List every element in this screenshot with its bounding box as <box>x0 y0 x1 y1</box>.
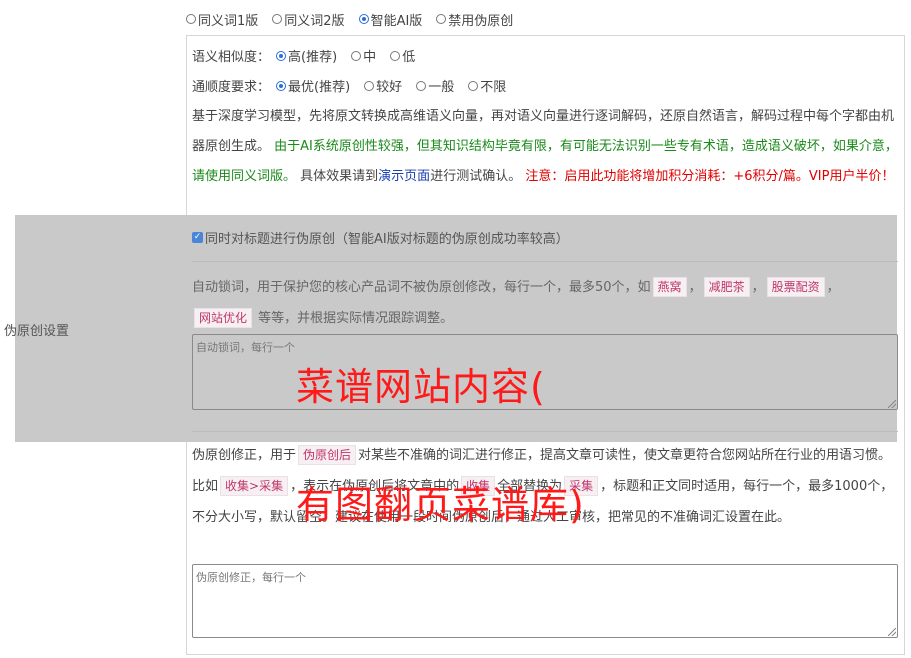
radio-checked-icon[interactable] <box>276 80 287 91</box>
radio-checked-icon[interactable] <box>276 50 287 61</box>
radio-icon[interactable] <box>186 14 196 24</box>
fix-desc-text: 伪原创修正，用于 <box>192 448 297 463</box>
watermark-line-2: 有图翻页菜谱库) <box>296 483 585 527</box>
radio-icon[interactable] <box>468 80 479 91</box>
desc-text-3: 进行测试确认。 <box>430 169 522 184</box>
lock-desc-text: 自动锁词，用于保护您的核心产品词不被伪原创修改，每行一个，最多50个，如 <box>192 280 651 295</box>
lock-desc-text-2: 等等，并根据实际情况跟踪调整。 <box>258 311 454 326</box>
fluency-normal[interactable]: 一般 <box>416 76 454 95</box>
ai-description: 基于深度学习模型，先将原文转换成高维语义向量，再对语义向量进行逐词解码，还原自然… <box>192 102 900 192</box>
fluency-good[interactable]: 较好 <box>364 76 402 95</box>
fluency-label: 通顺度要求： <box>192 80 271 95</box>
example-tag: 网站优化 <box>194 308 253 328</box>
desc-text-2: 具体效果请到 <box>300 169 379 184</box>
similarity-medium[interactable]: 中 <box>351 46 376 65</box>
watermark-line-1: 菜谱网站内容( <box>296 365 546 409</box>
divider <box>192 431 898 432</box>
radio-icon[interactable] <box>416 80 427 91</box>
radio-icon[interactable] <box>390 50 401 61</box>
cost-note: 注意：启用此功能将增加积分消耗：+6积分/篇。VIP用户半价！ <box>525 169 895 184</box>
resize-grip-icon[interactable] <box>888 400 896 408</box>
title-rewrite-checkbox-row[interactable]: ✓ 同时对标题进行伪原创（智能AI版对标题的伪原创成功率较高） <box>192 228 569 247</box>
similarity-high[interactable]: 高(推荐) <box>276 46 337 65</box>
similarity-low[interactable]: 低 <box>390 46 415 65</box>
mode-option-synonym2[interactable]: 同义词2版 <box>272 10 345 29</box>
lock-words-placeholder: 自动锁词，每行一个 <box>196 341 295 354</box>
example-tag: 伪原创后 <box>298 445 357 465</box>
lock-words-description: 自动锁词，用于保护您的核心产品词不被伪原创修改，每行一个，最多50个，如 燕窝，减… <box>192 272 900 334</box>
radio-checked-icon[interactable] <box>358 14 369 24</box>
example-tag: 减肥茶 <box>703 277 750 297</box>
similarity-row: 语义相似度： 高(推荐) 中 低 <box>192 46 429 65</box>
example-tag: 收集>采集 <box>220 476 289 496</box>
mode-option-disable[interactable]: 禁用伪原创 <box>436 10 513 29</box>
correction-textarea[interactable]: 伪原创修正，每行一个 <box>192 564 898 638</box>
divider <box>192 261 898 262</box>
correction-placeholder: 伪原创修正，每行一个 <box>196 571 306 584</box>
section-label: 伪原创设置 <box>4 324 70 339</box>
fluency-any[interactable]: 不限 <box>468 76 506 95</box>
demo-page-link[interactable]: 演示页面 <box>378 169 430 184</box>
radio-icon[interactable] <box>351 50 362 61</box>
checkbox-checked-icon[interactable]: ✓ <box>192 232 203 243</box>
resize-grip-icon[interactable] <box>888 628 896 636</box>
fluency-row: 通顺度要求： 最优(推荐) 较好 一般 不限 <box>192 76 520 95</box>
radio-icon[interactable] <box>436 14 447 24</box>
fluency-best[interactable]: 最优(推荐) <box>276 76 350 95</box>
title-rewrite-label: 同时对标题进行伪原创（智能AI版对标题的伪原创成功率较高） <box>205 232 569 247</box>
example-tag: 股票配资 <box>766 277 825 297</box>
mode-radio-group: 同义词1版 同义词2版 智能AI版 禁用伪原创 <box>186 10 527 29</box>
similarity-label: 语义相似度： <box>192 50 271 65</box>
mode-option-ai[interactable]: 智能AI版 <box>358 10 422 29</box>
mode-option-synonym1[interactable]: 同义词1版 <box>186 10 258 29</box>
example-tag: 燕窝 <box>652 277 687 297</box>
radio-icon[interactable] <box>272 14 283 24</box>
radio-icon[interactable] <box>364 80 375 91</box>
